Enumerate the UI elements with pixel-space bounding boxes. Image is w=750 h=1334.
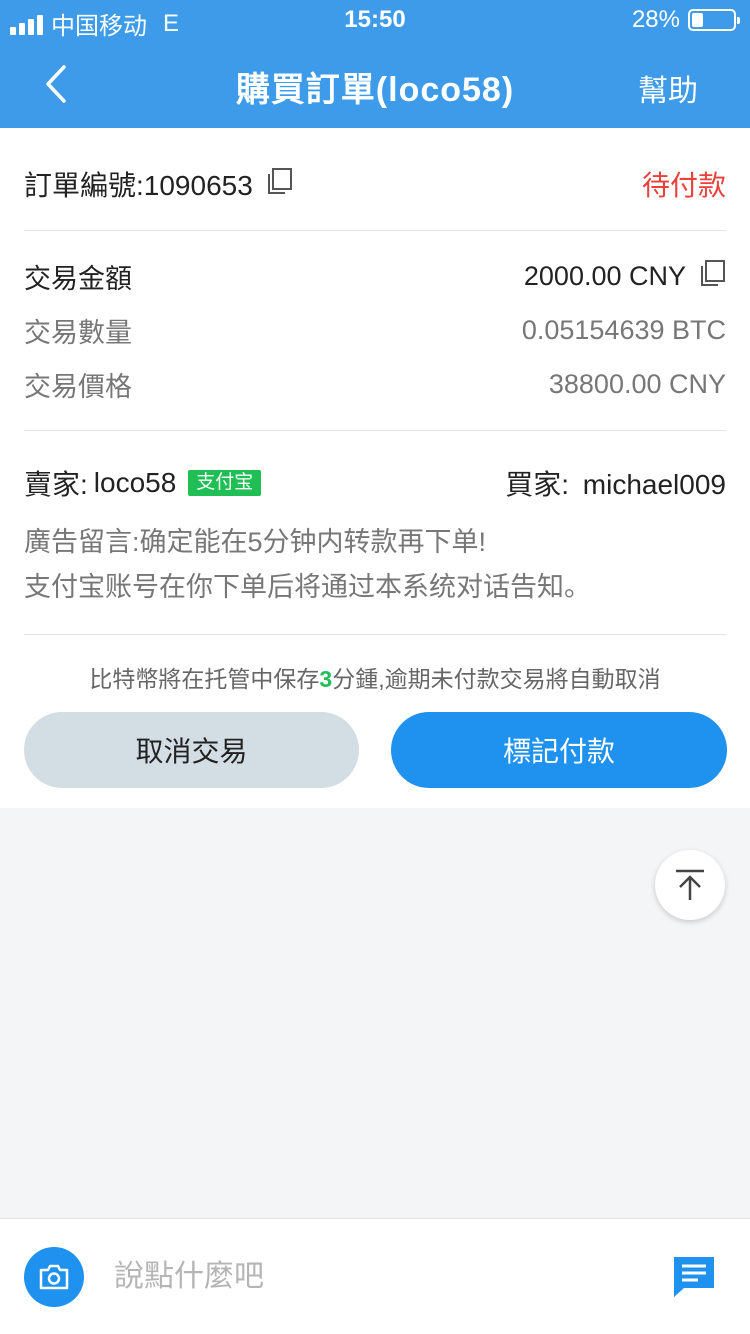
message-input[interactable] — [114, 1255, 634, 1299]
amount-row: 交易金額 2000.00 CNY — [24, 256, 726, 296]
alipay-tag: 支付宝 — [188, 470, 262, 496]
price-value: 38800.00 CNY — [548, 368, 726, 399]
battery-percent: 28% — [631, 6, 680, 33]
copy-icon[interactable] — [698, 259, 726, 294]
quantity-label: 交易數量 — [24, 317, 132, 348]
amount-value: 2000.00 CNY — [523, 260, 686, 291]
order-status-badge: 待付款 — [641, 170, 726, 201]
price-row: 交易價格 38800.00 CNY — [24, 364, 726, 404]
camera-icon — [39, 1264, 69, 1290]
battery-level — [692, 13, 704, 27]
notice-minutes: 3 — [319, 666, 333, 692]
amount-value-group: 2000.00 CNY — [524, 259, 726, 294]
seller-info: 賣家: loco58 支付宝 — [24, 463, 262, 503]
order-number-row: 訂單編號:1090653 待付款 — [24, 164, 726, 204]
notice-suffix: 分鍾,逾期未付款交易將自動取消 — [332, 666, 661, 692]
divider — [24, 230, 726, 231]
chat-icon[interactable] — [672, 1255, 716, 1299]
arrow-up-icon — [676, 869, 704, 900]
ad-message-line: 支付宝账号在你下单后将通过本系统对话告知。 — [24, 572, 591, 602]
order-number: 訂單編號:1090653 — [24, 164, 293, 204]
scroll-to-top-button[interactable] — [655, 850, 725, 920]
seller-label: 賣家: — [24, 469, 88, 500]
price-label: 交易價格 — [24, 371, 132, 402]
message-input-bar — [0, 1218, 750, 1334]
ad-message-line: 廣告留言:确定能在5分钟内转款再下单! — [24, 527, 487, 557]
battery-icon — [688, 9, 740, 31]
amount-label: 交易金額 — [24, 263, 132, 294]
quantity-row: 交易數量 0.05154639 BTC — [24, 310, 726, 350]
buyer-name: michael009 — [582, 469, 726, 500]
copy-icon[interactable] — [265, 167, 293, 202]
parties-row: 賣家: loco58 支付宝 買家: michael009 — [24, 463, 726, 503]
divider — [24, 430, 726, 431]
order-card: 訂單編號:1090653 待付款 交易金額 2000.00 CNY 交易數量 0… — [0, 128, 750, 808]
status-bar: 中国移动 E 15:50 28% — [0, 0, 750, 40]
seller-name: loco58 — [93, 467, 177, 498]
escrow-notice: 比特幣將在托管中保存3分鍾,逾期未付款交易將自動取消 — [0, 660, 750, 694]
buyer-label: 買家: — [505, 469, 570, 500]
ad-message: 廣告留言:确定能在5分钟内转款再下单! 支付宝账号在你下单后将通过本系统对话告知… — [24, 520, 726, 610]
divider — [24, 634, 726, 635]
nav-bar: 購買訂單(loco58) 幫助 — [0, 40, 750, 128]
status-bar-right: 28% — [631, 6, 740, 34]
order-number-text: 訂單編號:1090653 — [24, 170, 253, 201]
camera-button[interactable] — [24, 1247, 84, 1307]
mark-paid-button[interactable]: 標記付款 — [391, 712, 727, 788]
help-button[interactable]: 幫助 — [638, 66, 698, 110]
cancel-trade-button[interactable]: 取消交易 — [24, 712, 359, 788]
buyer-info: 買家: michael009 — [505, 463, 726, 503]
notice-prefix: 比特幣將在托管中保存 — [89, 666, 320, 692]
quantity-value: 0.05154639 BTC — [521, 314, 726, 345]
